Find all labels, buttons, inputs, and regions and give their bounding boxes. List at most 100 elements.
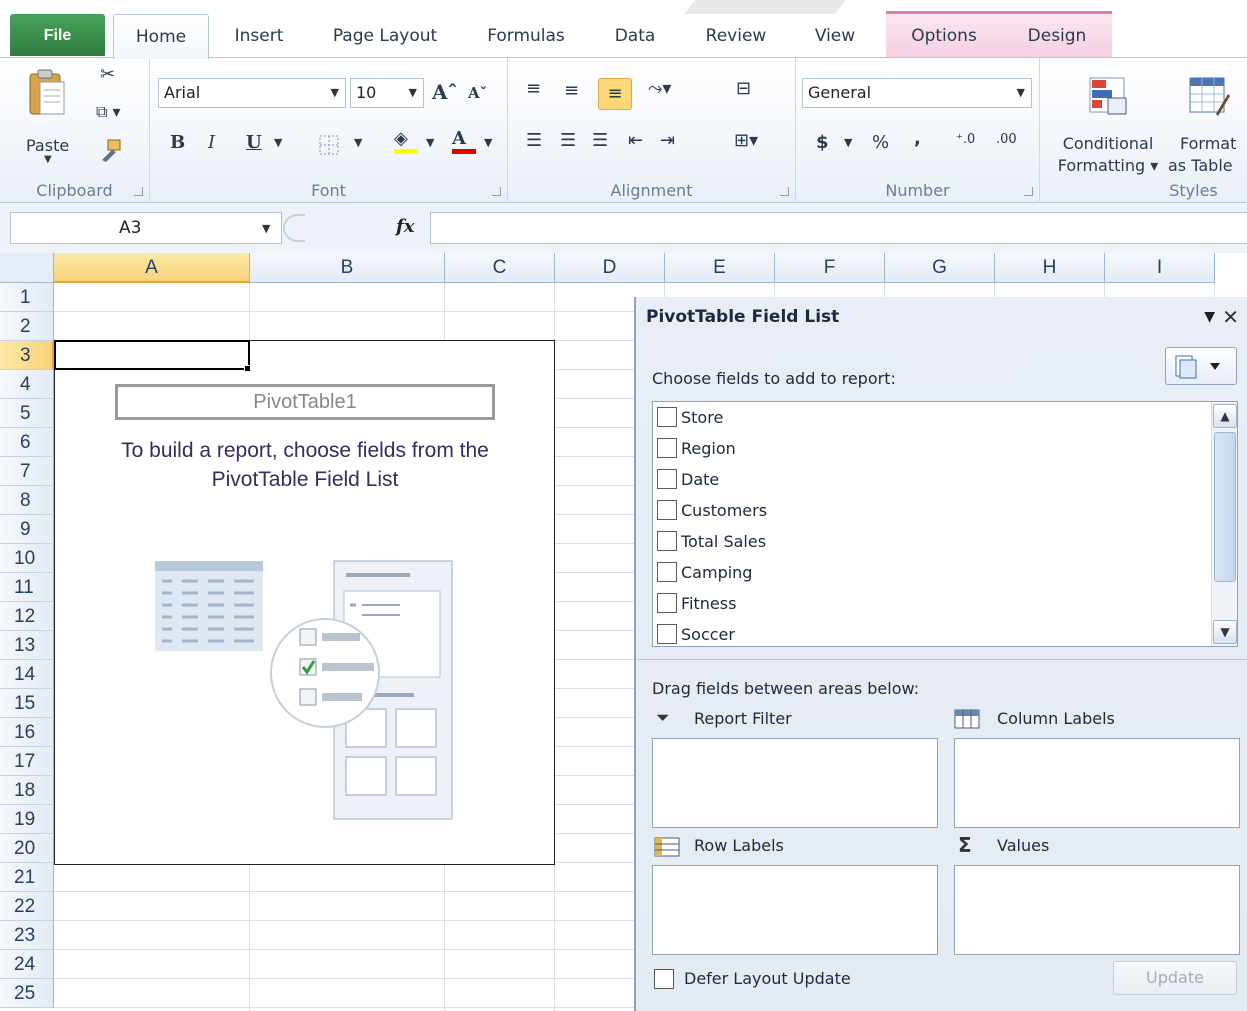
name-box-dropdown-icon[interactable]: ▼ bbox=[262, 222, 270, 235]
column-labels-area[interactable] bbox=[954, 738, 1240, 828]
bold-button[interactable]: B bbox=[170, 132, 185, 153]
field-checkbox[interactable] bbox=[657, 438, 677, 458]
select-all-corner[interactable] bbox=[0, 253, 54, 283]
currency-dropdown-icon[interactable]: ▼ bbox=[844, 136, 852, 149]
scrollbar-thumb[interactable] bbox=[1214, 432, 1236, 582]
tab-design[interactable]: Design bbox=[1002, 11, 1112, 58]
alignment-launcher-icon[interactable] bbox=[780, 187, 789, 196]
font-color-icon[interactable]: A bbox=[452, 128, 476, 154]
number-launcher-icon[interactable] bbox=[1024, 187, 1033, 196]
increase-decimal-icon[interactable]: ⁺.0 bbox=[956, 132, 975, 147]
paste-button[interactable]: Paste ▼ bbox=[20, 66, 82, 174]
field-item-total-sales[interactable]: Total Sales bbox=[657, 528, 766, 556]
report-filter-area[interactable] bbox=[652, 738, 938, 828]
row-header-25[interactable]: 25 bbox=[0, 979, 54, 1008]
borders-dropdown-icon[interactable]: ▼ bbox=[354, 136, 362, 149]
increase-indent-icon[interactable]: ⇥ bbox=[660, 130, 675, 151]
fill-color-icon[interactable]: ◈ bbox=[394, 128, 418, 154]
wrap-text-icon[interactable]: ⊟ bbox=[736, 78, 751, 99]
tab-review[interactable]: Review bbox=[690, 14, 782, 58]
column-header-h[interactable]: H bbox=[995, 253, 1105, 283]
row-header-20[interactable]: 20 bbox=[0, 834, 54, 863]
row-header-7[interactable]: 7 bbox=[0, 457, 54, 486]
row-header-17[interactable]: 17 bbox=[0, 747, 54, 776]
field-item-region[interactable]: Region bbox=[657, 435, 736, 463]
row-header-3[interactable]: 3 bbox=[0, 341, 54, 370]
fill-handle[interactable] bbox=[244, 365, 251, 372]
field-checkbox[interactable] bbox=[657, 593, 677, 613]
field-checkbox[interactable] bbox=[657, 500, 677, 520]
active-cell[interactable] bbox=[54, 340, 250, 370]
grow-font-icon[interactable]: Aˆ bbox=[432, 80, 458, 104]
row-header-1[interactable]: 1 bbox=[0, 283, 54, 312]
field-checkbox[interactable] bbox=[657, 562, 677, 582]
format-as-table-button[interactable]: Format as Table bbox=[1168, 68, 1247, 178]
column-header-i[interactable]: I bbox=[1105, 253, 1215, 283]
orientation-icon[interactable]: ⤳▾ bbox=[648, 78, 671, 99]
tab-data[interactable]: Data bbox=[598, 14, 672, 58]
italic-button[interactable]: I bbox=[208, 132, 215, 153]
row-header-23[interactable]: 23 bbox=[0, 921, 54, 950]
center-icon[interactable]: ☰ bbox=[560, 130, 576, 151]
row-header-5[interactable]: 5 bbox=[0, 399, 54, 428]
comma-button[interactable]: , bbox=[914, 128, 921, 149]
underline-dropdown-icon[interactable]: ▼ bbox=[274, 136, 282, 149]
tab-view[interactable]: View bbox=[800, 14, 870, 58]
field-item-customers[interactable]: Customers bbox=[657, 497, 767, 525]
merge-center-icon[interactable]: ⊞▾ bbox=[734, 130, 758, 151]
font-size-combo[interactable]: 10 ▼ bbox=[350, 78, 424, 108]
tab-formulas[interactable]: Formulas bbox=[474, 14, 578, 58]
field-checkbox[interactable] bbox=[657, 624, 677, 644]
row-header-9[interactable]: 9 bbox=[0, 515, 54, 544]
field-list-scrollbar[interactable]: ▲ ▼ bbox=[1211, 402, 1237, 646]
scroll-up-icon[interactable]: ▲ bbox=[1213, 404, 1237, 428]
underline-button[interactable]: U bbox=[246, 132, 262, 153]
tab-page-layout[interactable]: Page Layout bbox=[320, 14, 450, 58]
row-header-19[interactable]: 19 bbox=[0, 805, 54, 834]
name-box[interactable]: A3 bbox=[10, 212, 282, 244]
shrink-font-icon[interactable]: Aˇ bbox=[468, 84, 487, 102]
column-header-d[interactable]: D bbox=[555, 253, 665, 283]
row-labels-area[interactable] bbox=[652, 865, 938, 955]
pane-options-dropdown-icon[interactable]: ▼ bbox=[1204, 309, 1215, 325]
field-checkbox[interactable] bbox=[657, 407, 677, 427]
conditional-formatting-button[interactable]: Conditional Formatting ▾ bbox=[1048, 68, 1166, 178]
percent-button[interactable]: % bbox=[872, 132, 889, 153]
copy-icon[interactable]: ⧉ ▾ bbox=[96, 102, 121, 122]
row-header-16[interactable]: 16 bbox=[0, 718, 54, 747]
field-item-fitness[interactable]: Fitness bbox=[657, 590, 736, 618]
row-header-21[interactable]: 21 bbox=[0, 863, 54, 892]
column-header-a[interactable]: A bbox=[54, 253, 250, 283]
row-header-8[interactable]: 8 bbox=[0, 486, 54, 515]
row-header-11[interactable]: 11 bbox=[0, 573, 54, 602]
row-header-4[interactable]: 4 bbox=[0, 370, 54, 399]
font-color-dropdown-icon[interactable]: ▼ bbox=[484, 136, 492, 149]
row-header-13[interactable]: 13 bbox=[0, 631, 54, 660]
values-area[interactable] bbox=[954, 865, 1240, 955]
number-format-dropdown-icon[interactable]: ▼ bbox=[1017, 79, 1025, 107]
column-header-e[interactable]: E bbox=[665, 253, 775, 283]
formula-bar-resize-handle[interactable] bbox=[283, 214, 305, 242]
row-header-24[interactable]: 24 bbox=[0, 950, 54, 979]
row-header-14[interactable]: 14 bbox=[0, 660, 54, 689]
field-checkbox[interactable] bbox=[657, 531, 677, 551]
align-middle-icon[interactable]: ≡ bbox=[564, 80, 579, 101]
row-header-18[interactable]: 18 bbox=[0, 776, 54, 805]
font-name-combo[interactable]: Arial ▼ bbox=[158, 78, 346, 108]
field-item-camping[interactable]: Camping bbox=[657, 559, 752, 587]
font-size-dropdown-icon[interactable]: ▼ bbox=[409, 79, 417, 107]
insert-function-icon[interactable]: fx bbox=[396, 216, 414, 237]
row-header-22[interactable]: 22 bbox=[0, 892, 54, 921]
row-header-2[interactable]: 2 bbox=[0, 312, 54, 341]
cut-icon[interactable]: ✂ bbox=[100, 64, 115, 85]
clipboard-launcher-icon[interactable] bbox=[134, 187, 143, 196]
defer-layout-checkbox[interactable] bbox=[654, 969, 674, 989]
fill-color-dropdown-icon[interactable]: ▼ bbox=[426, 136, 434, 149]
row-header-6[interactable]: 6 bbox=[0, 428, 54, 457]
row-header-15[interactable]: 15 bbox=[0, 689, 54, 718]
align-top-icon[interactable]: ≡ bbox=[526, 78, 541, 99]
decrease-indent-icon[interactable]: ⇤ bbox=[628, 130, 643, 151]
align-left-icon[interactable]: ☰ bbox=[526, 130, 542, 151]
column-header-b[interactable]: B bbox=[250, 253, 445, 283]
field-item-soccer[interactable]: Soccer bbox=[657, 621, 735, 646]
